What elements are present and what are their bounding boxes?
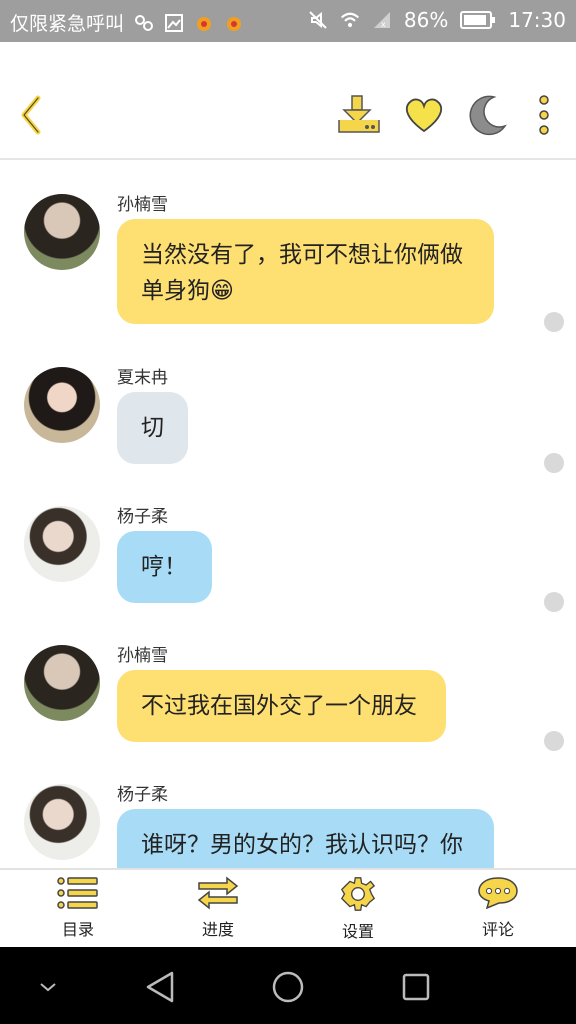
bottom-nav: 目录 进度 设置 评论: [0, 868, 576, 947]
message-text: 不过我在国外交了一个朋友: [141, 693, 417, 719]
sender-name: 杨子柔: [117, 507, 168, 527]
nav-label: 目录: [61, 920, 94, 939]
message-bubble[interactable]: 哼！: [117, 531, 212, 603]
home-nav-button[interactable]: [266, 965, 310, 1009]
system-nav-bar: [0, 947, 576, 1024]
heart-icon: [405, 98, 443, 133]
nav-catalog[interactable]: 目录: [33, 876, 123, 940]
nav-progress[interactable]: 进度: [173, 876, 263, 940]
status-bar: 仅限紧急呼叫 x 86% 17:30: [0, 0, 576, 42]
circle-home-icon: [272, 971, 304, 1003]
hide-nav-button[interactable]: [26, 965, 70, 1009]
message-bubble[interactable]: 不过我在国外交了一个朋友: [117, 670, 446, 742]
square-recents-icon: [402, 973, 430, 1001]
swap-arrows-icon: [197, 876, 239, 910]
sender-name: 杨子柔: [117, 785, 168, 805]
avatar[interactable]: [24, 194, 100, 270]
chevron-down-icon: [40, 983, 56, 992]
battery-percent: 86%: [403, 8, 449, 32]
app-badge-icon: [197, 16, 212, 31]
gear-icon: [340, 877, 376, 911]
app-badge-icon-2: [227, 16, 242, 31]
favorite-button[interactable]: [401, 92, 447, 138]
message-text: 切: [141, 415, 164, 441]
message-bubble[interactable]: 切: [117, 392, 188, 464]
comment-icon: [478, 877, 518, 910]
svg-text:x: x: [381, 20, 386, 29]
list-icon: [57, 877, 98, 909]
battery-icon: [460, 11, 496, 29]
message-text: 谁呀？男的女的？我认识吗？你: [141, 832, 463, 858]
clock: 17:30: [508, 8, 566, 32]
wifi-icon: [340, 12, 359, 28]
sender-name: 孙楠雪: [117, 646, 168, 666]
status-dot: [544, 592, 564, 612]
chevron-left-icon: [21, 95, 41, 135]
message-text: 当然没有了，我可不想让你俩做单身狗😁: [141, 242, 463, 304]
image-notification-icon: [165, 13, 184, 32]
emergency-notice: 仅限紧急呼叫: [10, 13, 125, 35]
nav-label: 评论: [481, 920, 514, 939]
moon-icon: [469, 95, 507, 136]
nav-label: 进度: [201, 920, 234, 939]
more-button[interactable]: [521, 92, 567, 138]
mute-icon: [309, 11, 327, 29]
nav-settings[interactable]: 设置: [313, 876, 403, 942]
triangle-back-icon: [146, 971, 174, 1003]
sender-name: 夏末冉: [117, 368, 168, 388]
back-nav-button[interactable]: [138, 965, 182, 1009]
message-text: 哼！: [141, 554, 187, 580]
night-mode-button[interactable]: [465, 92, 511, 138]
chat-list[interactable]: 孙楠雪 当然没有了，我可不想让你俩做单身狗😁 夏末冉 切 杨子柔 哼！ 孙楠雪 …: [0, 160, 576, 868]
sender-name: 孙楠雪: [117, 195, 168, 215]
avatar[interactable]: [24, 367, 100, 443]
avatar[interactable]: [24, 784, 100, 860]
status-dot: [544, 312, 564, 332]
status-dot: [544, 453, 564, 473]
nav-comments[interactable]: 评论: [453, 876, 543, 940]
app-notification-icon: [135, 14, 154, 31]
nav-label: 设置: [341, 922, 374, 941]
download-icon: [338, 95, 380, 133]
message-bubble[interactable]: 当然没有了，我可不想让你俩做单身狗😁: [117, 219, 494, 324]
signal-icon: x: [373, 12, 390, 29]
avatar[interactable]: [24, 645, 100, 721]
recents-nav-button[interactable]: [394, 965, 438, 1009]
status-dot: [544, 731, 564, 751]
reader-toolbar: [0, 42, 576, 160]
download-button[interactable]: [336, 92, 382, 138]
message-bubble[interactable]: 谁呀？男的女的？我认识吗？你: [117, 809, 494, 868]
back-button[interactable]: [8, 92, 54, 138]
more-vertical-icon: [539, 95, 549, 135]
avatar[interactable]: [24, 506, 100, 582]
